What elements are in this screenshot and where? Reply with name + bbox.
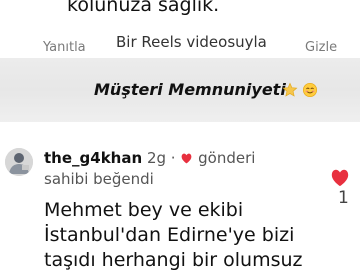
hide-link[interactable]: Gizle bbox=[305, 40, 337, 55]
reels-caption: Bir Reels videosuyla bbox=[116, 33, 267, 51]
comment-username[interactable]: the_g4khan bbox=[44, 149, 142, 167]
top-actions-row: Yanıtla Bir Reels videosuyla Gizle bbox=[0, 32, 360, 56]
comment-age: 2g bbox=[146, 149, 167, 167]
comment-body-line: Mehmet bey ve ekibi bbox=[44, 199, 244, 221]
reply-link[interactable]: Yanıtla bbox=[43, 40, 86, 55]
meta-separator: · bbox=[170, 149, 176, 167]
top-caption-text: kolunuza sağlık. bbox=[67, 0, 220, 16]
avatar-image bbox=[5, 148, 33, 176]
liked-by-creator-text: gönderi bbox=[198, 149, 256, 167]
banner-title: Müşteri Memnuniyeti bbox=[94, 80, 286, 99]
comment-body: Mehmet bey ve ekibi İstanbul'dan Edirne'… bbox=[44, 198, 344, 273]
satisfaction-banner: Müşteri Memnuniyeti bbox=[0, 58, 360, 122]
liked-by-creator-text-line-2: sahibi beğendi bbox=[44, 170, 154, 188]
avatar[interactable] bbox=[5, 148, 33, 176]
liked-by-creator-heart-icon bbox=[181, 153, 192, 164]
comment-item: the_g4khan 2g · gönderi sahibi beğendi 1… bbox=[0, 122, 360, 273]
like-button[interactable] bbox=[329, 167, 351, 187]
comment-meta: the_g4khan 2g · gönderi sahibi beğendi bbox=[44, 148, 316, 190]
comment-body-line: İstanbul'dan Edirne'ye bizi bbox=[44, 224, 295, 246]
comment-body-line: taşıdı herhangi bir olumsuz bbox=[44, 249, 303, 271]
smile-icon bbox=[303, 83, 317, 97]
star-icon bbox=[282, 82, 298, 97]
